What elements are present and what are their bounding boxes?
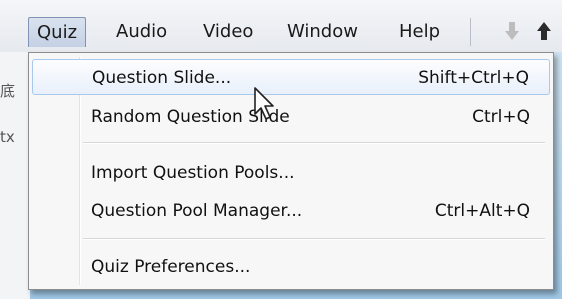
menu-item-shortcut: Ctrl+Alt+Q bbox=[434, 201, 530, 221]
arrow-down-icon[interactable] bbox=[503, 20, 521, 42]
menu-item-label: Question Pool Manager... bbox=[91, 201, 303, 221]
strip-glyph-top: 底 bbox=[0, 82, 16, 100]
menu-item-import-question-pools[interactable]: Import Question Pools... bbox=[32, 155, 550, 191]
menu-video[interactable]: Video bbox=[203, 17, 253, 47]
strip-glyph-tx: tx bbox=[0, 128, 15, 146]
menu-item-label: Quiz Preferences... bbox=[91, 257, 251, 277]
menu-divider bbox=[83, 142, 545, 144]
left-tool-strip: 底 tx bbox=[0, 52, 31, 299]
menu-audio[interactable]: Audio bbox=[116, 17, 167, 47]
menu-item-random-question-slide[interactable]: Random Question Slide Ctrl+Q bbox=[32, 99, 550, 135]
menu-item-question-slide[interactable]: Question Slide... Shift+Ctrl+Q bbox=[32, 59, 550, 95]
menu-item-quiz-preferences[interactable]: Quiz Preferences... bbox=[32, 249, 550, 285]
menu-quiz[interactable]: Quiz bbox=[28, 17, 87, 47]
menu-help[interactable]: Help bbox=[399, 17, 440, 47]
menu-item-shortcut: Shift+Ctrl+Q bbox=[418, 68, 529, 88]
menu-bar: Quiz Audio Video Window Help bbox=[0, 0, 562, 53]
menu-separator bbox=[470, 18, 471, 46]
menu-item-question-pool-manager[interactable]: Question Pool Manager... Ctrl+Alt+Q bbox=[32, 193, 550, 229]
menu-item-label: Question Slide... bbox=[92, 68, 232, 88]
quiz-dropdown-menu: Question Slide... Shift+Ctrl+Q Random Qu… bbox=[28, 52, 554, 290]
menu-divider bbox=[83, 238, 545, 240]
menu-window[interactable]: Window bbox=[287, 17, 358, 47]
arrow-up-icon[interactable] bbox=[535, 20, 553, 42]
menu-item-label: Import Question Pools... bbox=[91, 163, 295, 183]
mouse-pointer-icon bbox=[254, 87, 274, 120]
menu-item-shortcut: Ctrl+Q bbox=[472, 107, 530, 127]
